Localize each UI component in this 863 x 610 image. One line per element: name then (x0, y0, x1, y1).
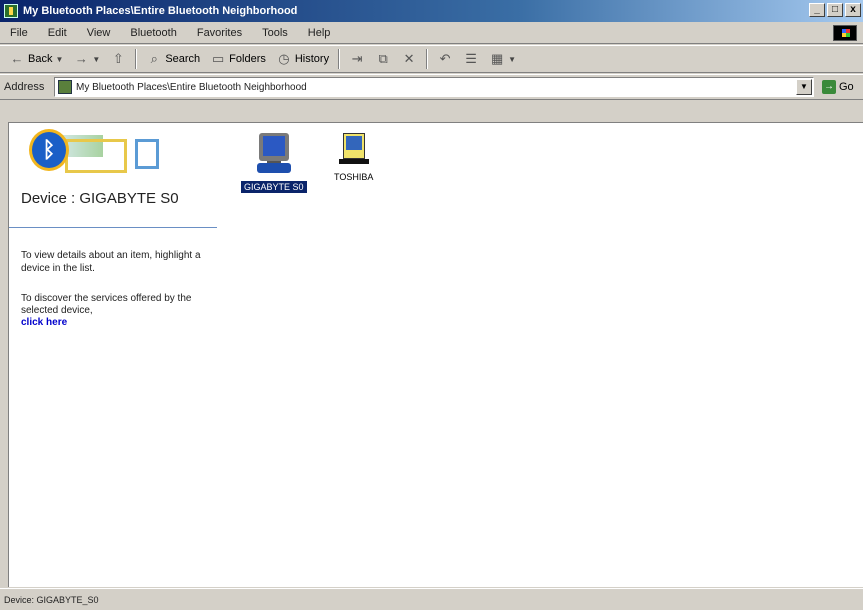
selected-device-title: Device : GIGABYTE S0 (21, 190, 179, 207)
delete-button[interactable]: ✕ (396, 48, 422, 70)
views-button[interactable]: ▦ ▼ (484, 48, 521, 70)
title-bar[interactable]: My Bluetooth Places\Entire Bluetooth Nei… (0, 0, 863, 22)
back-dropdown-icon[interactable]: ▼ (55, 55, 63, 64)
history-button[interactable]: ◷ History (271, 48, 334, 70)
click-here-link[interactable]: click here (21, 317, 67, 328)
forward-dropdown-icon[interactable]: ▼ (92, 55, 100, 64)
folders-button[interactable]: ▭ Folders (205, 48, 271, 70)
address-label: Address (4, 81, 45, 93)
bluetooth-places-icon (4, 4, 18, 18)
status-text: Device: GIGABYTE_S0 (4, 594, 99, 605)
device-item-gigabyte[interactable]: GIGABYTE S0 (241, 131, 307, 193)
menu-favorites[interactable]: Favorites (187, 27, 252, 39)
go-button[interactable]: → Go (822, 80, 854, 94)
history-label: History (294, 53, 330, 65)
menu-edit[interactable]: Edit (38, 27, 77, 39)
maximize-button[interactable]: □ (827, 3, 843, 17)
window-title: My Bluetooth Places\Entire Bluetooth Nei… (23, 5, 298, 17)
folders-icon: ▭ (212, 51, 225, 66)
folder-view: ᛒ Device : GIGABYTE S0 To view details a… (8, 122, 863, 587)
go-arrow-icon: → (822, 80, 836, 94)
properties-button[interactable]: ☰ (458, 48, 484, 70)
toolbar-separator (338, 49, 341, 69)
device-label: TOSHIBA (334, 172, 374, 182)
move-to-icon: ⇥ (351, 51, 363, 66)
status-bar: Device: GIGABYTE_S0 (0, 588, 863, 610)
search-label: Search (165, 53, 201, 65)
address-bar: Address My Bluetooth Places\Entire Bluet… (0, 74, 863, 100)
services-hint-text: To discover the services offered by the … (21, 293, 192, 316)
device-item-toshiba[interactable]: TOSHIBA (331, 131, 376, 183)
back-arrow-icon: ← (10, 51, 24, 66)
back-label: Back (28, 53, 53, 65)
move-to-button[interactable]: ⇥ (344, 48, 370, 70)
pda-base (338, 159, 369, 164)
panel-divider (9, 227, 217, 228)
windows-logo-icon (833, 25, 857, 41)
search-icon: ⌕ (150, 51, 158, 66)
address-input[interactable]: My Bluetooth Places\Entire Bluetooth Nei… (54, 77, 814, 97)
up-folder-button[interactable]: ⇧ (105, 48, 131, 70)
go-label: Go (839, 81, 854, 93)
folders-label: Folders (229, 53, 266, 65)
up-folder-icon: ⇧ (112, 51, 124, 66)
close-button[interactable]: x (845, 3, 861, 17)
views-dropdown-icon[interactable]: ▼ (508, 55, 516, 64)
menu-file[interactable]: File (0, 27, 38, 39)
toolbar-separator (426, 49, 429, 69)
undo-button[interactable]: ↶ (432, 48, 458, 70)
pda-screen (345, 136, 362, 150)
undo-icon: ↶ (439, 51, 451, 66)
minimize-button[interactable]: _ (809, 3, 825, 17)
menu-tools[interactable]: Tools (252, 27, 298, 39)
computer-icon (255, 131, 293, 177)
window-controls: _ □ x (809, 3, 861, 17)
device-label: GIGABYTE S0 (241, 181, 307, 193)
delete-icon: ✕ (403, 51, 415, 66)
web-view-panel: ᛒ Device : GIGABYTE S0 To view details a… (9, 123, 219, 587)
search-button[interactable]: ⌕ Search (141, 48, 205, 70)
copy-to-button[interactable]: ⧉ (370, 48, 396, 70)
bluetooth-places-icon (58, 80, 72, 94)
menu-bluetooth[interactable]: Bluetooth (120, 27, 186, 39)
menu-bar: File Edit View Bluetooth Favorites Tools… (0, 22, 863, 44)
banner-frame (65, 139, 127, 173)
computer-screen (262, 136, 285, 156)
banner-frame-blue (135, 139, 159, 169)
details-hint: To view details about an item, highlight… (21, 250, 201, 274)
standard-toolbar: ← Back ▼ → ▼ ⇧ ⌕ Search ▭ Folders ◷ Hist… (0, 45, 863, 73)
back-button[interactable]: ← Back ▼ (4, 48, 68, 70)
menu-view[interactable]: View (77, 27, 121, 39)
history-icon: ◷ (278, 51, 290, 66)
address-value: My Bluetooth Places\Entire Bluetooth Nei… (76, 81, 307, 93)
menu-help[interactable]: Help (298, 27, 341, 39)
computer-base (256, 163, 291, 173)
bluetooth-banner: ᛒ (17, 127, 159, 177)
forward-button[interactable]: → ▼ (68, 48, 105, 70)
properties-icon: ☰ (465, 51, 477, 66)
forward-arrow-icon: → (74, 51, 88, 66)
toolbar-separator (135, 49, 138, 69)
pda-icon (338, 131, 369, 167)
views-icon: ▦ (490, 51, 504, 66)
copy-to-icon: ⧉ (378, 51, 388, 66)
bluetooth-icon: ᛒ (29, 129, 69, 171)
address-dropdown-icon[interactable]: ▼ (796, 79, 812, 95)
services-hint: To discover the services offered by the … (21, 293, 209, 329)
